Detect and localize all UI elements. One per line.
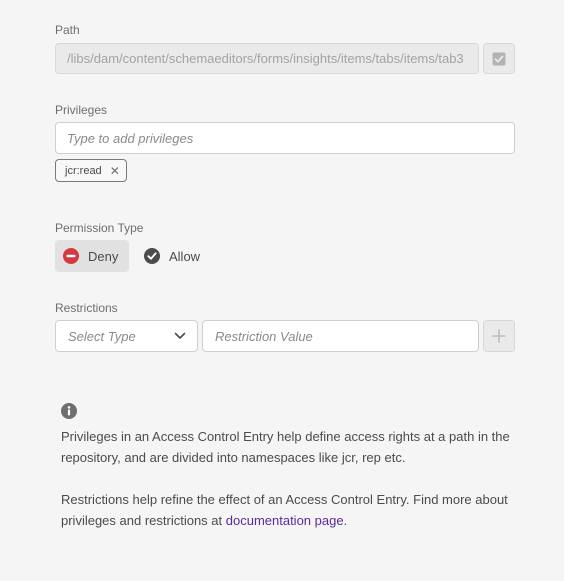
allow-label: Allow <box>169 248 201 264</box>
path-checkbox[interactable] <box>483 43 515 74</box>
privilege-tag-label: jcr:read <box>65 164 102 177</box>
restriction-value-input[interactable] <box>202 320 479 352</box>
info-paragraph-privileges: Privileges in an Access Control Entry he… <box>61 429 510 465</box>
restriction-type-select[interactable]: Select Type <box>55 320 198 352</box>
documentation-link[interactable]: documentation page <box>226 513 344 528</box>
privileges-label: Privileges <box>55 103 108 117</box>
close-icon[interactable]: ✕ <box>110 165 120 177</box>
path-field: /libs/dam/content/schemaeditors/forms/in… <box>55 43 479 74</box>
allow-button[interactable]: Allow <box>137 240 217 272</box>
deny-button[interactable]: Deny <box>55 240 129 272</box>
add-restriction-button[interactable] <box>483 320 515 352</box>
info-paragraph-restrictions: Restrictions help refine the effect of a… <box>61 489 511 531</box>
plus-icon <box>492 329 506 343</box>
privilege-tag: jcr:read ✕ <box>55 159 127 182</box>
privileges-input[interactable] <box>55 122 515 154</box>
info-icon <box>61 403 77 419</box>
deny-label: Deny <box>88 248 119 264</box>
path-label: Path <box>55 23 80 37</box>
checkbox-checked-icon <box>492 52 506 65</box>
checkmark-circle-icon <box>144 248 160 264</box>
chevron-down-icon <box>174 332 186 339</box>
info-text-suffix: . <box>343 513 348 528</box>
permission-type-label: Permission Type <box>55 221 144 235</box>
restriction-type-placeholder: Select Type <box>68 328 136 344</box>
restrictions-label: Restrictions <box>55 301 118 315</box>
deny-icon <box>63 248 79 264</box>
